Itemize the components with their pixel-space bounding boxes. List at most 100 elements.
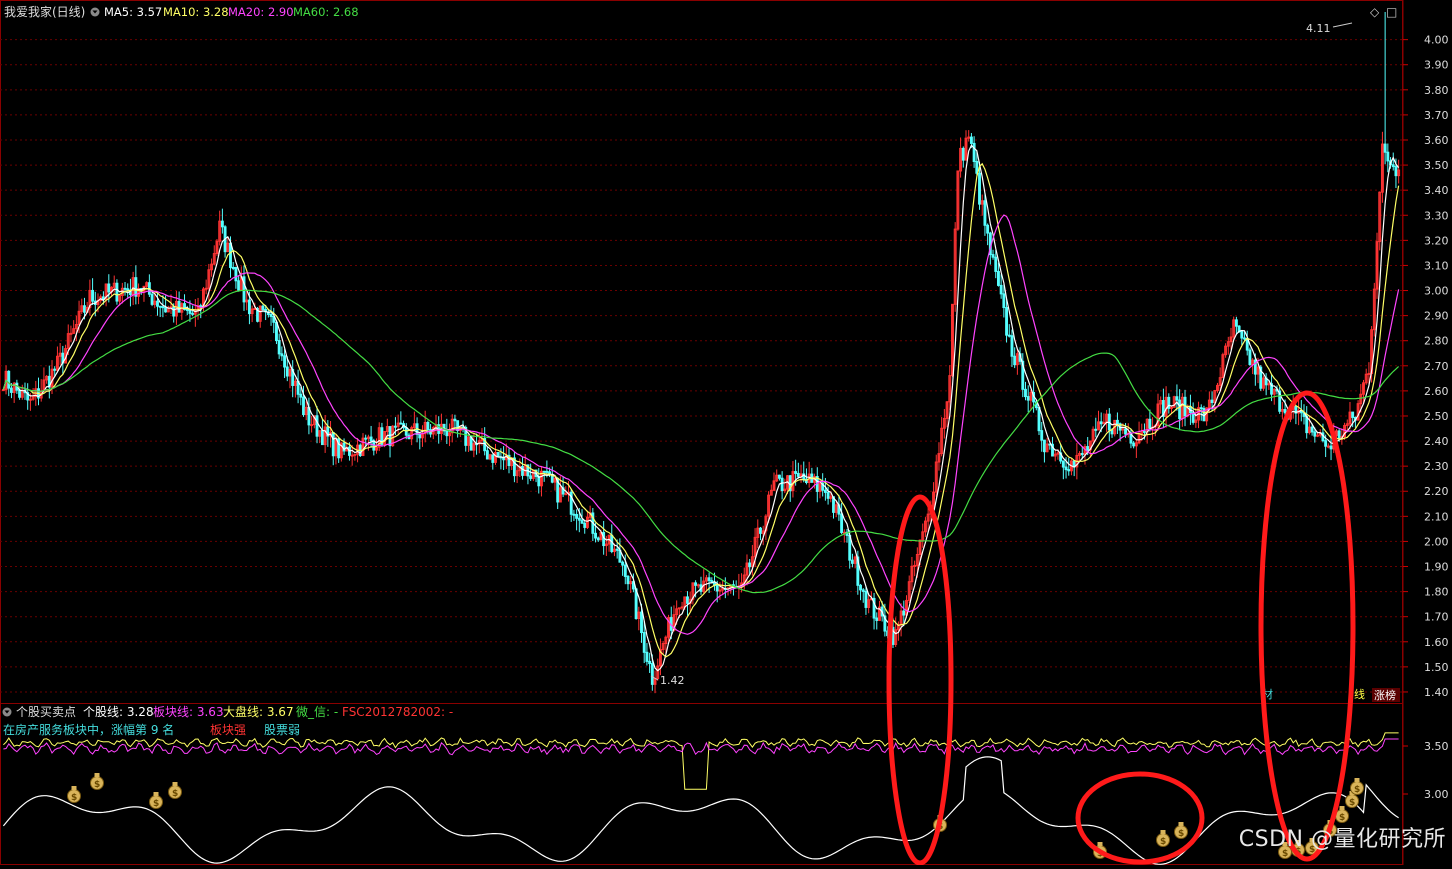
candle-body (875, 617, 879, 621)
candle-body (1386, 151, 1390, 162)
candle-body (999, 284, 1003, 295)
candle-body (694, 582, 698, 586)
stock-chart[interactable]: 4.00 3.90 3.80 3.70 3.60 3.50 3.40 3.30 3.20 3.10… (0, 0, 1452, 866)
candle-body (126, 288, 130, 291)
candle-body (969, 136, 973, 144)
candle-body (234, 267, 238, 282)
money-bag-icon-top (1160, 830, 1166, 834)
sector-strength-status: 板块强 (210, 723, 246, 737)
candle-body (580, 519, 584, 524)
candle-body (748, 562, 752, 568)
money-bag-icon-top (1354, 778, 1360, 782)
square-control-icon[interactable]: □ (1386, 5, 1397, 19)
price-axis-label: 3.30 (1424, 209, 1449, 222)
candle-body (780, 477, 784, 492)
candle-body (850, 559, 854, 564)
candle-body (150, 293, 154, 305)
candle-body (1067, 469, 1071, 472)
candle-body (1099, 421, 1103, 425)
price-axis-label: 2.20 (1424, 485, 1449, 498)
candle-body (545, 470, 549, 473)
candle-body (485, 450, 489, 460)
sub-item-market-line: 大盘线: 3.67 (223, 704, 294, 719)
candle-body (986, 224, 990, 234)
candle-body (1248, 349, 1252, 365)
price-axis-label: 2.00 (1424, 535, 1449, 548)
candle-body (997, 270, 1000, 286)
candle-body (220, 220, 224, 228)
candle-body (1337, 430, 1341, 440)
candle-body (577, 517, 581, 521)
candle-body (983, 200, 987, 226)
candle-body (69, 332, 73, 335)
candle-body (388, 426, 392, 447)
candle-body (156, 300, 159, 307)
candles[interactable] (1, 12, 1401, 694)
candle-body (626, 575, 630, 585)
money-bag-icon-glyph: $ (153, 799, 159, 809)
candle-body (277, 340, 281, 355)
candle-body (456, 420, 460, 432)
candle-body (237, 280, 241, 291)
price-axis-label: 2.50 (1424, 410, 1449, 423)
chart-svg[interactable]: 4.00 3.90 3.80 3.70 3.60 3.50 3.40 3.30 3.20 3.10… (0, 0, 1452, 866)
candle-body (115, 282, 119, 302)
candle-body (172, 306, 176, 317)
candle-body (164, 307, 168, 313)
money-bag-icon-glyph: $ (1349, 798, 1355, 808)
price-axis-label: 2.90 (1424, 310, 1449, 323)
candle-body (393, 425, 397, 428)
candle-body (1007, 334, 1011, 337)
sector-line (3, 738, 1399, 756)
candle-body (350, 454, 354, 457)
candle-body (975, 160, 979, 174)
candle-body (418, 433, 422, 439)
candle-body (572, 513, 576, 516)
candle-body (707, 577, 711, 582)
candle-body (1199, 407, 1203, 410)
candle-body (107, 283, 111, 293)
candle-body (1002, 293, 1006, 309)
candle-body (1316, 434, 1319, 437)
price-axis-label: 3.20 (1424, 234, 1449, 247)
candle-body (1394, 166, 1398, 177)
money-bag-icon-glyph: $ (1160, 837, 1166, 847)
candle-body (188, 309, 192, 314)
money-bag-icon-glyph: $ (1354, 785, 1360, 795)
money-bag-icon-top (1097, 842, 1103, 846)
candle-body (796, 472, 800, 477)
badge-zhangbang[interactable]: 涨榜 (1374, 688, 1396, 702)
candle-body (978, 172, 981, 205)
candle-body (269, 313, 273, 317)
sub-axis-label-350: 3.50 (1424, 740, 1449, 753)
diamond-control-icon[interactable]: ◇ (1370, 5, 1380, 19)
price-axis-label: 3.90 (1424, 59, 1449, 72)
candle-body (521, 465, 524, 476)
candle-body (864, 590, 868, 608)
price-axis-label: 3.10 (1424, 259, 1449, 272)
candle-body (621, 561, 625, 566)
candle-body (1367, 372, 1371, 375)
candle-body (1013, 355, 1017, 366)
candle-body (859, 584, 862, 591)
candle-body (1132, 442, 1136, 447)
candle-body (1351, 411, 1355, 418)
candle-body (913, 564, 917, 567)
candle-body (686, 596, 689, 604)
sub-panel-title: 个股买卖点 (16, 705, 76, 719)
price-axis-label: 3.80 (1424, 84, 1449, 97)
market-line (3, 732, 1399, 790)
price-axis-label: 1.70 (1424, 611, 1449, 624)
candle-body (18, 389, 22, 398)
price-axis-label: 1.40 (1424, 686, 1449, 699)
candle-body (253, 308, 257, 311)
price-axis-label: 2.80 (1424, 335, 1449, 348)
candle-body (823, 489, 827, 493)
sub-item-wechat: 微_信: - (296, 705, 338, 719)
ma5-label: MA5: 3.57 (104, 5, 162, 19)
candle-body (1326, 445, 1330, 448)
candle-body (445, 430, 449, 437)
candle-body (1037, 407, 1041, 432)
candle-body (1010, 335, 1014, 357)
price-axis-label: 3.70 (1424, 109, 1449, 122)
